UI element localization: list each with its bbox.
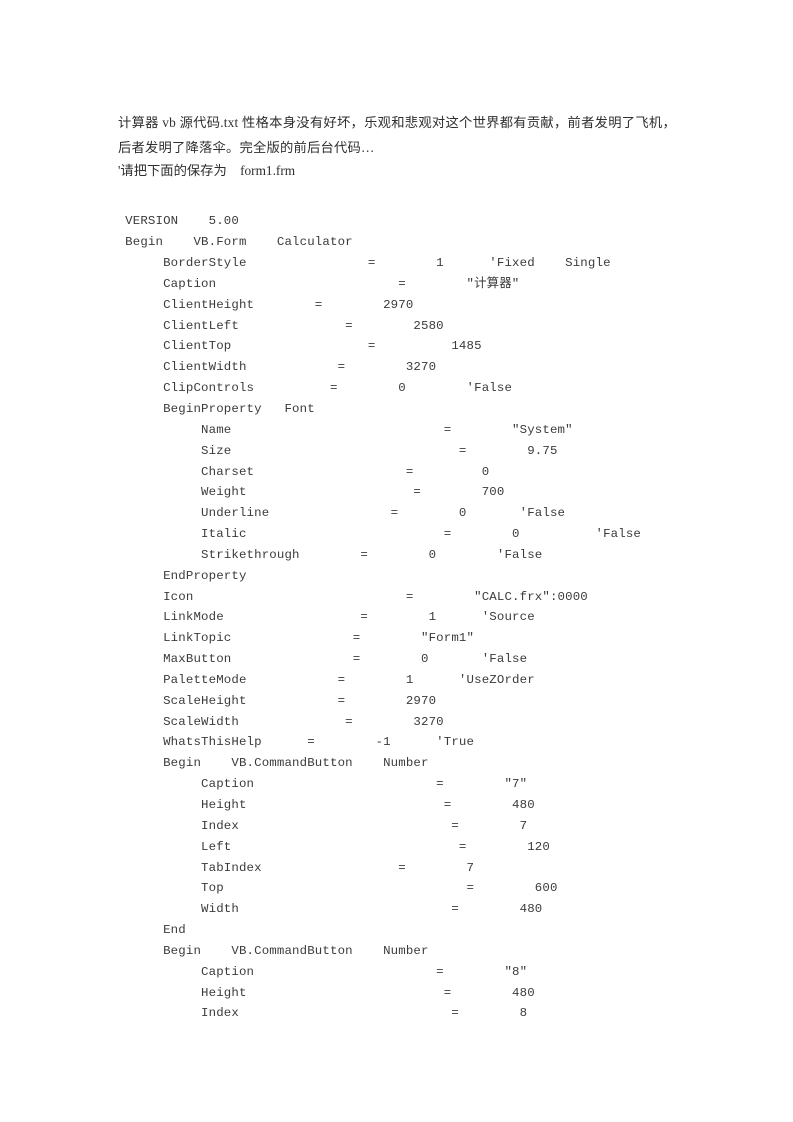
code-line: Charset = 0 [110,464,490,479]
code-line: Weight = 700 [110,485,505,500]
document-page: 计算器 vb 源代码.txt 性格本身没有好坏，乐观和悲观对这个世界都有贡献，前… [0,0,793,1122]
code-line: Icon = "CALC.frx":0000 [110,589,588,604]
code-line: Height = 480 [110,985,535,1000]
code-line: Begin VB.CommandButton Number [110,943,429,958]
code-line: Width = 480 [110,902,543,917]
code-line: ClientHeight = 2970 [110,297,414,312]
code-line: Name = "System" [110,422,573,437]
code-line: End [110,923,186,938]
code-line: Left = 120 [110,839,550,854]
code-line: BeginProperty Font [110,401,315,416]
code-line: ScaleHeight = 2970 [110,693,437,708]
code-line: ClientLeft = 2580 [110,318,444,333]
code-line: Height = 480 [110,798,535,813]
code-line: LinkTopic = "Form1" [110,631,475,646]
code-line: EndProperty [110,568,247,583]
code-line: Underline = 0 'False [110,506,566,521]
code-line: VERSION 5.00 [110,214,239,229]
code-line: Top = 600 [110,881,558,896]
code-line: Index = 7 [110,818,528,833]
code-line: MaxButton = 0 'False [110,652,528,667]
save-instruction-comment: '请把下面的保存为 form1.frm [118,163,296,178]
code-line: BorderStyle = 1 'Fixed Single [110,256,611,271]
code-line: Size = 9.75 [110,443,558,458]
code-line: Caption = "8" [110,964,528,979]
code-line: Begin VB.Form Calculator [110,235,353,250]
intro-paragraph: 计算器 vb 源代码.txt 性格本身没有好坏，乐观和悲观对这个世界都有贡献，前… [118,115,676,156]
code-line: TabIndex = 7 [110,860,475,875]
code-line: Strikethrough = 0 'False [110,547,543,562]
code-line: Caption = "计算器" [110,276,520,291]
code-line: PaletteMode = 1 'UseZOrder [110,672,535,687]
code-line: Begin VB.CommandButton Number [110,756,429,771]
code-line: Index = 8 [110,1006,528,1021]
vb-source-code-listing: VERSION 5.00 Begin VB.Form Calculator Bo… [110,211,770,1024]
code-line: ClientWidth = 3270 [110,360,437,375]
code-line: LinkMode = 1 'Source [110,610,535,625]
code-line: WhatsThisHelp = -1 'True [110,735,475,750]
code-line: Caption = "7" [110,777,528,792]
code-line: ClipControls = 0 'False [110,381,513,396]
code-line: ClientTop = 1485 [110,339,482,354]
code-line: Italic = 0 'False [110,527,641,542]
code-line: ScaleWidth = 3270 [110,714,444,729]
